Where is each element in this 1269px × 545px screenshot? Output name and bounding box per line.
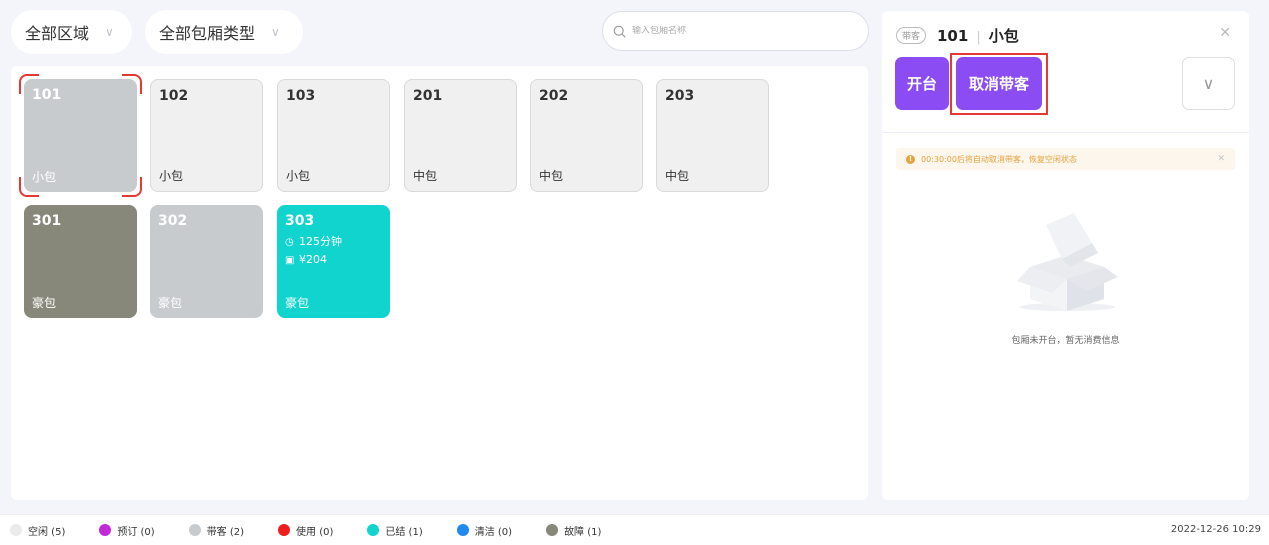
clock-icon: ◷ <box>285 237 294 248</box>
notice-text: 00:30:00后将自动取消带客，恢复空闲状态 <box>921 154 1077 164</box>
detail-room-number: 101 <box>937 27 969 45</box>
room-number: 103 <box>286 88 316 104</box>
area-filter-label: 全部区域 <box>25 24 90 43</box>
empty-box-illustration <box>1017 213 1118 311</box>
empty-state-text: 包厢未开台，暂无消费信息 <box>1011 336 1120 346</box>
room-card-203[interactable]: 203 中包 <box>656 79 769 192</box>
room-detail-panel: 带客 101 | 小包 ✕ 开台 取消带客 ∨ ! 00:30:00后将自动取消带客… <box>882 11 1249 500</box>
legend-item-in-use[interactable]: 使用 (0) <box>278 523 333 538</box>
legend-item-cleaning[interactable]: 清洁 (0) <box>456 523 513 538</box>
status-legend-bar: 空闲 (5) 预订 (0) 带客 (2) 使用 (0) 已结 (1) 清洁 (0… <box>0 514 1269 545</box>
room-card-101[interactable]: 101 小包 <box>24 79 137 192</box>
room-type: 中包 <box>665 169 690 183</box>
legend-item-idle[interactable]: 空闲 (5) <box>10 523 65 538</box>
status-dot <box>456 524 469 536</box>
more-actions-button[interactable]: ∨ <box>1182 57 1235 110</box>
legend-label: 已结 (1) <box>385 526 423 538</box>
legend-label: 带客 (2) <box>206 526 245 538</box>
search-input[interactable] <box>632 26 832 36</box>
room-grid: 101 小包 102 小包 103 小包 201 中包 202 中包 203 中… <box>11 66 868 500</box>
legend-label: 使用 (0) <box>296 526 334 538</box>
room-type: 中包 <box>413 169 438 183</box>
legend-label: 清洁 (0) <box>474 526 513 538</box>
status-dot <box>367 524 380 536</box>
legend-label: 预订 (0) <box>117 526 155 538</box>
status-dot <box>278 524 291 536</box>
datetime-display: 2022-12-26 10:29 <box>1170 524 1261 535</box>
room-card-202[interactable]: 202 中包 <box>530 79 643 192</box>
legend-item-broken[interactable]: 故障 (1) <box>546 523 601 538</box>
room-usage: ◷ 125分钟 ▣ ¥204 <box>285 233 382 269</box>
divider <box>882 132 1249 133</box>
room-type: 小包 <box>286 169 311 183</box>
room-card-103[interactable]: 103 小包 <box>277 79 390 192</box>
detail-room-type: 小包 <box>988 27 1019 45</box>
selection-corner <box>19 74 39 94</box>
room-type: 中包 <box>539 169 564 183</box>
status-dot <box>10 524 22 536</box>
room-number: 302 <box>158 213 188 229</box>
status-badge: 带客 <box>896 27 927 44</box>
room-type-filter-label: 全部包厢类型 <box>159 24 256 43</box>
selection-corner <box>122 74 142 94</box>
room-type: 豪包 <box>285 296 310 310</box>
room-duration: 125分钟 <box>299 235 342 248</box>
search-box <box>602 11 869 51</box>
area-filter-select[interactable]: 全部区域 ∨ <box>11 10 132 54</box>
room-type-filter-select[interactable]: 全部包厢类型 ∨ <box>145 10 303 54</box>
money-icon: ▣ <box>285 255 295 266</box>
selection-corner <box>122 177 142 197</box>
room-number: 301 <box>32 213 62 229</box>
room-amount: ¥204 <box>299 253 327 266</box>
room-number: 202 <box>539 88 569 104</box>
room-card-102[interactable]: 102 小包 <box>150 79 263 192</box>
room-number: 101 <box>32 87 62 103</box>
warning-icon: ! <box>906 154 915 164</box>
legend-label: 故障 (1) <box>564 526 602 538</box>
title-separator: | <box>976 30 981 45</box>
chevron-down-icon: ∨ <box>271 25 280 39</box>
room-card-302[interactable]: 302 豪包 <box>150 205 263 318</box>
auto-cancel-notice: ! 00:30:00后将自动取消带客，恢复空闲状态 ✕ <box>896 148 1235 170</box>
room-card-301[interactable]: 301 豪包 <box>24 205 137 318</box>
legend-item-guest[interactable]: 带客 (2) <box>188 523 245 538</box>
detail-title: 101 | 小包 <box>937 25 1019 46</box>
room-type: 小包 <box>159 169 184 183</box>
room-number: 102 <box>159 88 189 104</box>
room-number: 303 <box>285 213 315 229</box>
status-dot <box>188 524 201 536</box>
room-number: 203 <box>665 88 695 104</box>
selection-corner <box>19 177 39 197</box>
room-type: 豪包 <box>32 296 57 310</box>
status-dot <box>99 524 112 536</box>
room-number: 201 <box>413 88 443 104</box>
room-card-303[interactable]: 303 ◷ 125分钟 ▣ ¥204 豪包 <box>277 205 390 318</box>
legend-item-settled[interactable]: 已结 (1) <box>367 523 423 538</box>
chevron-down-icon: ∨ <box>105 25 114 39</box>
search-icon <box>613 25 626 38</box>
legend-label: 空闲 (5) <box>28 526 66 538</box>
cancel-guest-button[interactable]: 取消带客 <box>956 57 1042 110</box>
chevron-down-icon: ∨ <box>1202 74 1215 93</box>
close-icon[interactable]: ✕ <box>1219 25 1231 41</box>
legend-item-reserved[interactable]: 预订 (0) <box>99 523 155 538</box>
room-type: 豪包 <box>158 296 183 310</box>
room-card-201[interactable]: 201 中包 <box>404 79 517 192</box>
close-icon[interactable]: ✕ <box>1217 154 1225 164</box>
status-dot <box>546 524 559 536</box>
open-table-button[interactable]: 开台 <box>895 57 949 110</box>
